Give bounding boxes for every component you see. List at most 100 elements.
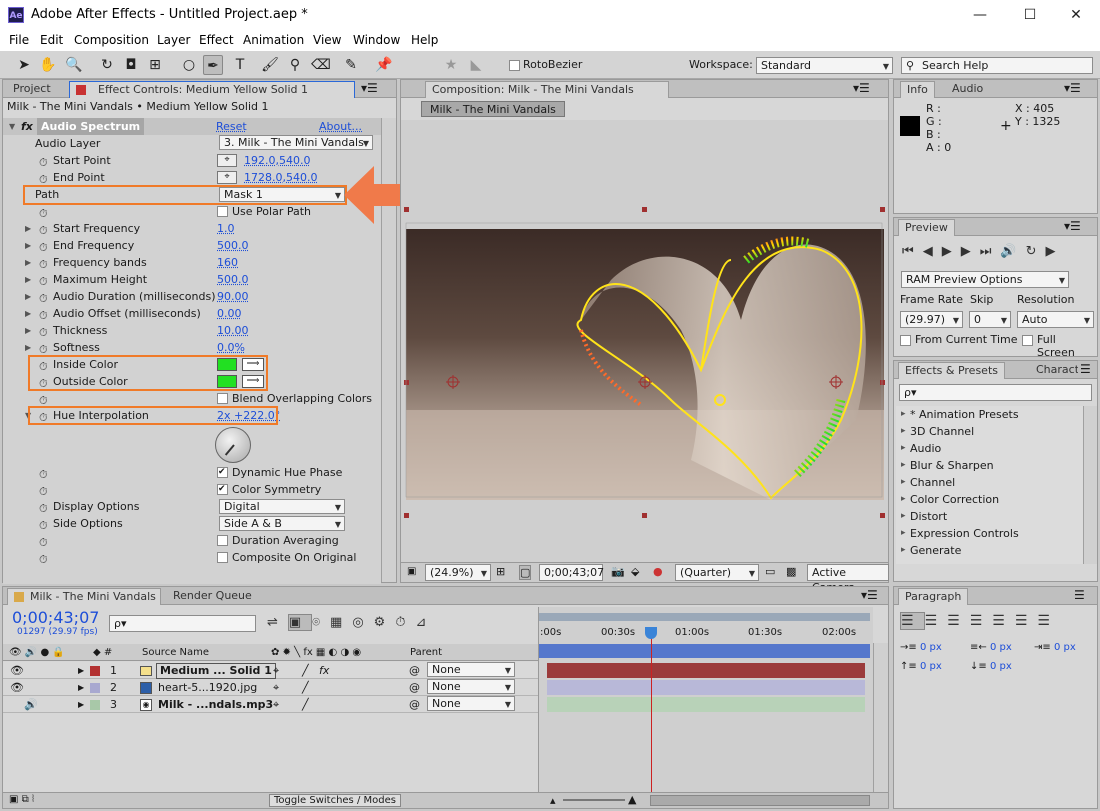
eraser-tool-icon[interactable]: ⌫ (311, 55, 331, 75)
timeline-timecode[interactable]: 0;00;43;07 (12, 608, 99, 627)
param-value[interactable]: 0.0% (217, 339, 245, 356)
duration-avg-checkbox[interactable] (217, 535, 228, 546)
label-color[interactable] (90, 666, 100, 676)
draft-3d-icon[interactable]: ▣ (287, 614, 313, 631)
indent-right-value[interactable]: 0 px (990, 642, 1012, 653)
ellipse-tool-icon[interactable]: ○ (179, 55, 199, 75)
expand-arrow-icon[interactable]: ▶ (25, 220, 31, 237)
selection-tool-icon[interactable]: ➤ (14, 55, 34, 75)
expand-arrow-icon[interactable]: ▶ (25, 288, 31, 305)
color-symmetry-checkbox[interactable]: ✔ (217, 484, 228, 495)
indent-first-value[interactable]: 0 px (1054, 642, 1076, 653)
zoom-select[interactable]: (24.9%) (425, 564, 491, 581)
menu-layer[interactable]: Layer (157, 33, 190, 47)
preview-resolution-select[interactable]: Auto (1017, 311, 1094, 328)
list-item[interactable]: Audio (896, 440, 1083, 457)
about-link[interactable]: About... (319, 118, 362, 135)
loop-icon[interactable]: ↻ (1026, 244, 1046, 259)
collapse-arrow-icon[interactable]: ▼ (9, 118, 15, 135)
frame-blending-icon[interactable]: ▦ (330, 615, 352, 630)
mask-visibility-icon[interactable]: ▢ (519, 565, 532, 580)
tab-character[interactable]: Characte (1030, 362, 1078, 379)
current-time-field[interactable]: 0;00;43;07 (539, 564, 604, 581)
roto-brush-tool-icon[interactable]: ✎ (341, 55, 361, 75)
resolution-select[interactable]: (Quarter) (675, 564, 759, 581)
hand-tool-icon[interactable]: ✋ (38, 55, 58, 75)
channel-icon[interactable]: ● (653, 565, 663, 578)
comp-subtab[interactable]: Milk - The Mini Vandals (421, 101, 565, 117)
list-item[interactable]: Distort (896, 508, 1083, 525)
indent-left-value[interactable]: 0 px (920, 642, 942, 653)
expand-arrow-icon[interactable]: ▶ (25, 254, 31, 271)
table-row[interactable]: 👁 ▶ 1 Medium ... Solid 1 ⌖ ╱ fx @ None (3, 662, 538, 679)
from-current-checkbox[interactable] (900, 335, 911, 346)
crosshair-icon[interactable]: ⌖ (217, 154, 237, 167)
param-value[interactable]: 0.00 (217, 305, 242, 322)
timeline-search[interactable]: ρ▾ (109, 615, 256, 632)
toggle-switches-button[interactable]: Toggle Switches / Modes (269, 794, 401, 807)
toggle-panes-icon[interactable]: ▣ ⧉ ⦚ (9, 794, 34, 805)
reset-link[interactable]: Reset (216, 118, 247, 135)
crosshair-icon[interactable]: ⌖ (217, 171, 237, 184)
expand-arrow-icon[interactable]: ▶ (25, 237, 31, 254)
parent-select[interactable]: None (427, 696, 515, 711)
tab-render-queue[interactable]: Render Queue (167, 588, 258, 605)
panel-menu-icon[interactable]: ▾☰ (861, 588, 878, 602)
menu-window[interactable]: Window (353, 33, 400, 47)
justify-center-icon[interactable]: ☰ (992, 613, 1015, 629)
menu-file[interactable]: File (9, 33, 29, 47)
ram-preview-icon[interactable]: ▶ (1046, 244, 1065, 259)
list-item[interactable]: Generate (896, 542, 1083, 559)
tab-effects-presets[interactable]: Effects & Presets (898, 362, 1005, 379)
speaker-icon[interactable]: 🔊 (24, 696, 38, 713)
param-value[interactable]: 160 (217, 254, 238, 271)
param-value[interactable]: 10.00 (217, 322, 249, 339)
menu-help[interactable]: Help (411, 33, 438, 47)
space-before-value[interactable]: 0 px (920, 661, 942, 672)
camera-tool-icon[interactable]: ◘ (121, 55, 141, 75)
shy-icon[interactable]: ⌾ (312, 615, 330, 630)
parent-select[interactable]: None (427, 662, 515, 677)
tab-effect-controls[interactable]: Effect Controls: Medium Yellow Solid 1 (69, 81, 355, 98)
expand-arrow-icon[interactable]: ▶ (25, 322, 31, 339)
panel-menu-icon[interactable]: ▾☰ (361, 81, 378, 95)
camera-select[interactable]: Active Camera (807, 564, 889, 594)
menu-effect[interactable]: Effect (199, 33, 234, 47)
audio-icon[interactable]: 🔊 (1000, 244, 1025, 259)
tab-preview[interactable]: Preview (898, 219, 955, 236)
anchor-switch-icon[interactable]: ⌖ (273, 679, 279, 696)
tab-paragraph[interactable]: Paragraph (898, 588, 969, 605)
clone-stamp-tool-icon[interactable]: ⚲ (285, 55, 305, 75)
justify-right-icon[interactable]: ☰ (1015, 613, 1038, 629)
justify-all-icon[interactable]: ☰ (1037, 613, 1060, 629)
expand-arrow-icon[interactable]: ▶ (78, 662, 84, 679)
timeline-hscrollbar[interactable] (650, 795, 870, 806)
expand-arrow-icon[interactable]: ▶ (25, 339, 31, 356)
next-frame-icon[interactable]: ▶ (961, 244, 980, 259)
pen-tool-icon[interactable]: ✒ (203, 55, 223, 75)
pan-behind-tool-icon[interactable]: ⊞ (145, 55, 165, 75)
layer-name[interactable]: heart-5...1920.jpg (158, 679, 257, 696)
justify-left-icon[interactable]: ☰ (970, 613, 993, 629)
search-help-input[interactable]: ⚲ Search Help (901, 57, 1093, 74)
transparency-grid-icon[interactable]: ▩ (786, 565, 796, 578)
pickwhip-icon[interactable]: @ (409, 662, 420, 679)
pickwhip-icon[interactable]: @ (409, 679, 420, 696)
comp-viewer[interactable] (401, 120, 888, 562)
timeline-scrollbar[interactable] (873, 643, 888, 793)
use-polar-checkbox[interactable] (217, 206, 228, 217)
start-point-value[interactable]: 192.0,540.0 (244, 152, 310, 169)
expand-arrow-icon[interactable]: ▶ (25, 305, 31, 322)
brainstorm-icon[interactable]: ⚙ (374, 615, 396, 630)
tab-audio[interactable]: Audio (946, 81, 989, 98)
safe-margins-icon[interactable]: ⊞ (496, 565, 505, 578)
tab-project[interactable]: Project (7, 81, 57, 98)
last-frame-icon[interactable]: ⏭ (980, 244, 1001, 259)
quality-switch-icon[interactable]: ╱ (302, 696, 309, 713)
align-right-icon[interactable]: ☰ (947, 613, 970, 629)
layer-name[interactable]: Medium ... Solid 1 (156, 663, 276, 679)
param-value[interactable]: 500.0 (217, 237, 249, 254)
stopwatch-icon[interactable]: ⏱ (39, 551, 48, 568)
menu-animation[interactable]: Animation (243, 33, 304, 47)
display-options-select[interactable]: Digital (219, 499, 345, 514)
